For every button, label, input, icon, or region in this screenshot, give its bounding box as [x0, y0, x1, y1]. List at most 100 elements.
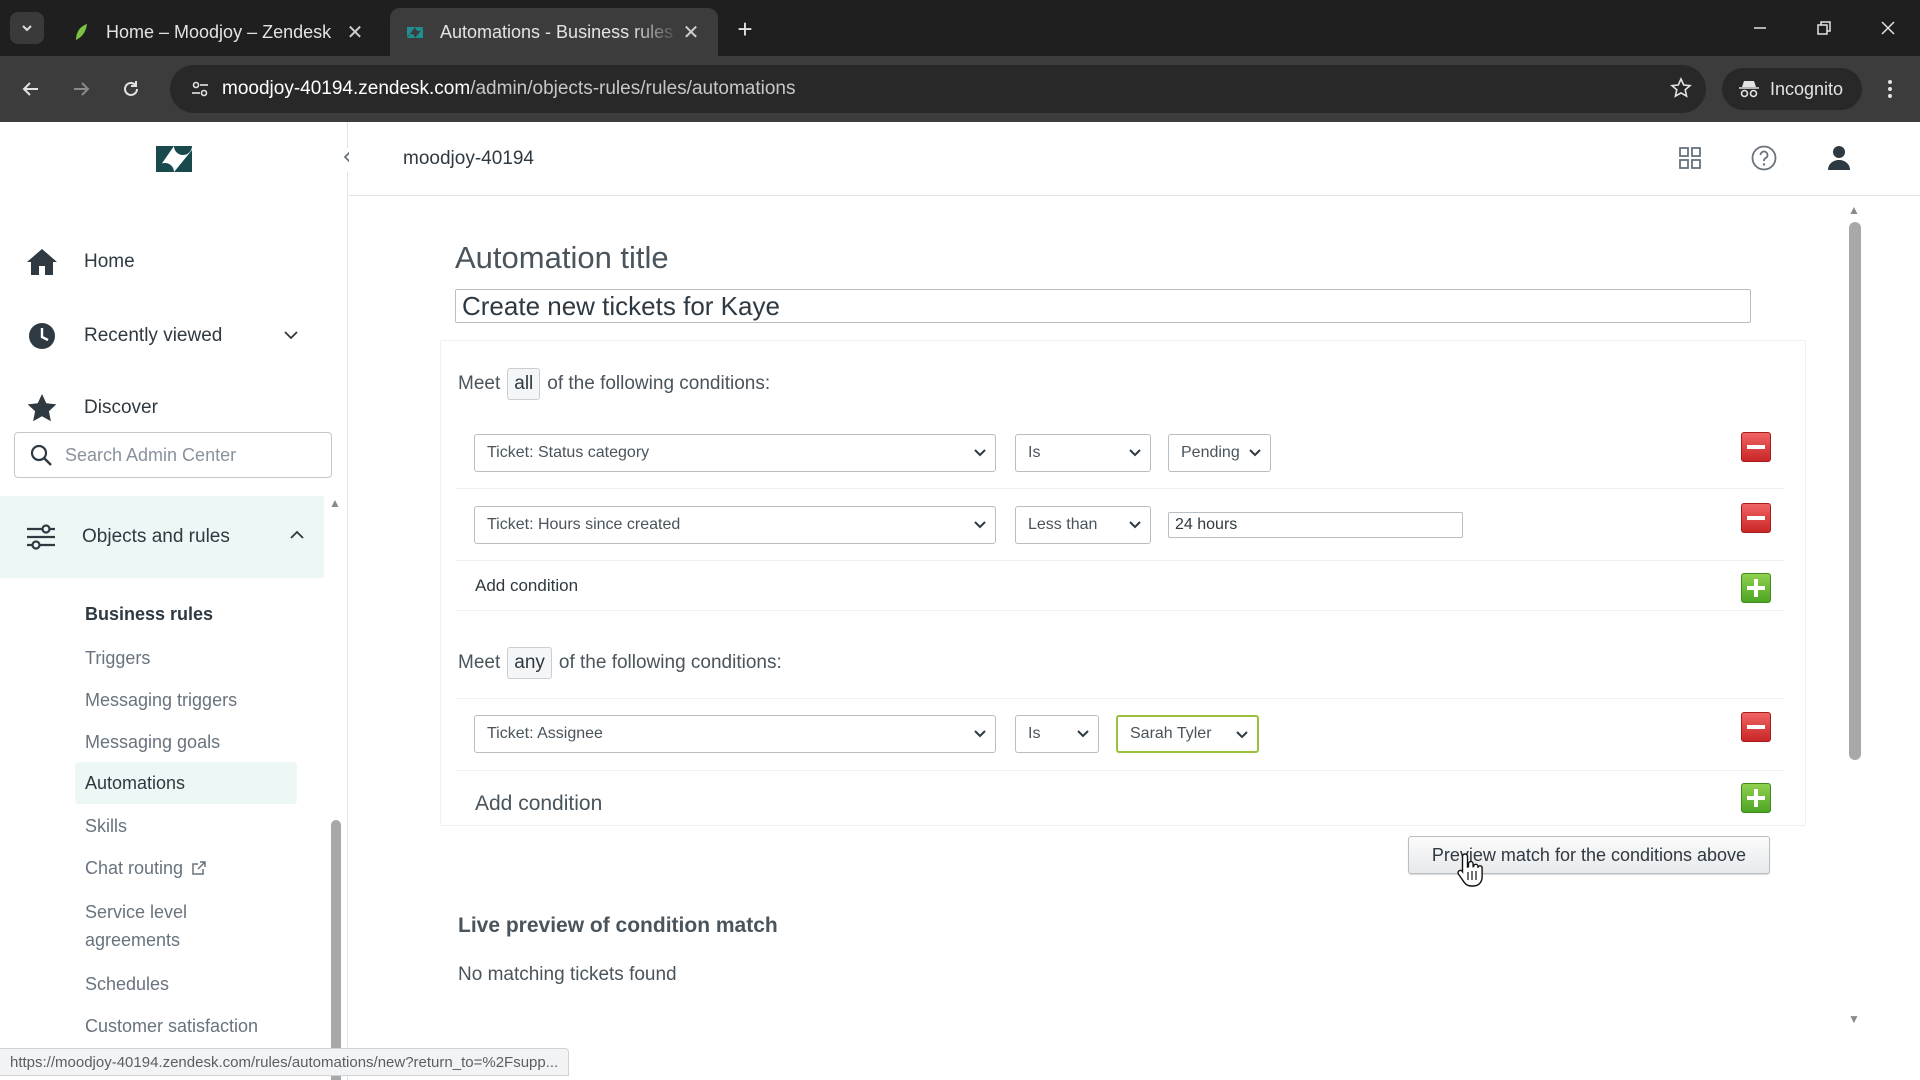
sidebar-section-label: Objects and rules	[82, 526, 230, 547]
condition-value-input[interactable]	[1168, 512, 1463, 538]
conditions-suffix: of the following conditions:	[547, 373, 771, 394]
reload-icon	[124, 81, 138, 96]
close-tab-icon[interactable]: ✕	[344, 21, 366, 44]
chevron-down-icon	[1077, 730, 1089, 738]
row-divider	[456, 610, 1784, 611]
condition-field-select[interactable]: Ticket: Assignee	[474, 715, 996, 753]
remove-condition-button[interactable]	[1741, 712, 1771, 742]
url-host: moodjoy-40194.zendesk.com	[222, 78, 471, 99]
reload-button[interactable]	[114, 72, 148, 106]
minimize-window-button[interactable]	[1740, 10, 1780, 46]
address-bar[interactable]: moodjoy-40194.zendesk.com/admin/objects-…	[170, 65, 1706, 113]
condition-operator-select[interactable]: Is	[1015, 715, 1099, 753]
back-button[interactable]	[14, 72, 48, 106]
objects-rules-icon	[27, 524, 55, 550]
arrow-right-icon	[74, 82, 90, 96]
grid-icon	[1679, 147, 1701, 169]
condition-operator-select[interactable]: Less than	[1015, 506, 1151, 544]
main-scrollbar-thumb[interactable]	[1849, 222, 1861, 760]
minimize-icon	[1754, 27, 1766, 29]
scroll-down-arrow-icon[interactable]: ▼	[1848, 1012, 1860, 1026]
close-tab-icon[interactable]: ✕	[680, 21, 702, 44]
select-value: Ticket: Status category	[487, 444, 650, 461]
restore-window-button[interactable]	[1804, 10, 1844, 46]
help-button[interactable]	[1748, 142, 1780, 174]
app-header: moodjoy-40194	[349, 122, 1920, 196]
minus-icon	[1747, 516, 1765, 520]
browser-tab-automations[interactable]: Automations - Business rules - Zendesk ✕	[390, 8, 718, 56]
new-tab-button[interactable]: +	[730, 14, 760, 44]
add-condition-link[interactable]: Add condition	[475, 576, 578, 596]
sidebar-item-home[interactable]: Home	[0, 232, 348, 292]
url-path: /admin/objects-rules/rules/automations	[470, 78, 796, 99]
zendesk-logo-icon[interactable]	[154, 142, 194, 176]
sidebar-item-label: Home	[84, 251, 135, 272]
sidebar-item-schedules[interactable]: Schedules	[85, 970, 169, 998]
scroll-up-arrow-icon[interactable]: ▲	[1848, 203, 1860, 217]
remove-condition-button[interactable]	[1741, 432, 1771, 462]
site-info-icon[interactable]	[180, 79, 220, 99]
close-window-button[interactable]	[1868, 10, 1908, 46]
sidebar-item-discover[interactable]: Discover	[0, 378, 348, 438]
search-admin-center[interactable]	[14, 432, 332, 478]
add-condition-button[interactable]	[1741, 573, 1771, 603]
sidebar-scrollbar-thumb[interactable]	[331, 820, 341, 1080]
chevron-up-icon	[290, 530, 304, 539]
sidebar-item-automations[interactable]: Automations	[75, 762, 297, 804]
forward-button[interactable]	[64, 72, 98, 106]
condition-field-select[interactable]: Ticket: Status category	[474, 434, 996, 472]
clock-icon	[29, 323, 55, 349]
external-link-icon	[192, 861, 206, 875]
chevron-down-icon	[1249, 449, 1261, 457]
browser-toolbar: moodjoy-40194.zendesk.com/admin/objects-…	[0, 56, 1920, 122]
browser-tab-home[interactable]: Home – Moodjoy – Zendesk ✕	[56, 8, 382, 56]
bookmark-star-icon[interactable]	[1670, 77, 1692, 105]
condition-value-select[interactable]: Pending	[1168, 434, 1271, 472]
incognito-badge[interactable]: Incognito	[1722, 68, 1862, 110]
sidebar-item-objects-and-rules[interactable]: Objects and rules	[0, 496, 324, 578]
product-tray-button[interactable]	[1674, 142, 1706, 174]
admin-sidebar: Home Recently viewed Discover Objects an…	[0, 122, 358, 1080]
condition-field-select[interactable]: Ticket: Hours since created	[474, 506, 996, 544]
sidebar-item-label: Automations	[85, 773, 186, 793]
user-profile-button[interactable]	[1823, 142, 1855, 174]
tab-search-button[interactable]	[10, 12, 44, 44]
meet-any-heading: Meet any of the following conditions:	[458, 647, 782, 679]
sidebar-item-chat-routing[interactable]: Chat routing	[85, 854, 207, 882]
sidebar-item-skills[interactable]: Skills	[85, 812, 127, 840]
sidebar-item-triggers[interactable]: Triggers	[85, 644, 150, 672]
select-value: Ticket: Hours since created	[487, 516, 681, 533]
row-divider	[456, 488, 1784, 489]
condition-value-select[interactable]: Sarah Tyler	[1116, 715, 1259, 753]
select-value: Is	[1028, 725, 1041, 742]
select-value: Sarah Tyler	[1130, 725, 1212, 742]
tab-title: Automations - Business rules - Zendesk	[440, 21, 680, 42]
sidebar-item-messaging-goals[interactable]: Messaging goals	[85, 728, 220, 756]
chevron-down-icon	[974, 521, 986, 529]
condition-operator-select[interactable]: Is	[1015, 434, 1151, 472]
chevron-down-icon	[974, 730, 986, 738]
arrow-left-icon	[22, 82, 38, 96]
live-preview-heading: Live preview of condition match	[458, 914, 778, 937]
kebab-menu-icon	[1888, 80, 1892, 98]
remove-condition-button[interactable]	[1741, 503, 1771, 533]
org-name: moodjoy-40194	[403, 148, 534, 169]
add-condition-link[interactable]: Add condition	[475, 792, 602, 816]
add-condition-button[interactable]	[1741, 783, 1771, 813]
chevron-down-icon	[974, 449, 986, 457]
sidebar-item-service-level-agreements[interactable]: Service level agreements	[85, 898, 265, 954]
minus-icon	[1747, 445, 1765, 449]
search-input[interactable]	[65, 444, 315, 466]
sidebar-item-customer-satisfaction[interactable]: Customer satisfaction	[85, 1012, 258, 1040]
chevron-down-icon	[22, 25, 32, 32]
browser-menu-button[interactable]	[1876, 72, 1904, 106]
restore-icon	[1817, 21, 1831, 35]
automation-title-input[interactable]	[455, 289, 1751, 323]
sidebar-item-recently-viewed[interactable]: Recently viewed	[0, 306, 348, 366]
star-icon	[27, 394, 57, 422]
sidebar-item-messaging-triggers[interactable]: Messaging triggers	[85, 686, 237, 714]
minus-icon	[1747, 725, 1765, 729]
sidebar-item-label: Chat routing	[85, 858, 184, 878]
sidebar-scroll-up-arrow-icon[interactable]: ▲	[329, 496, 343, 510]
tab-title: Home – Moodjoy – Zendesk	[106, 21, 332, 42]
